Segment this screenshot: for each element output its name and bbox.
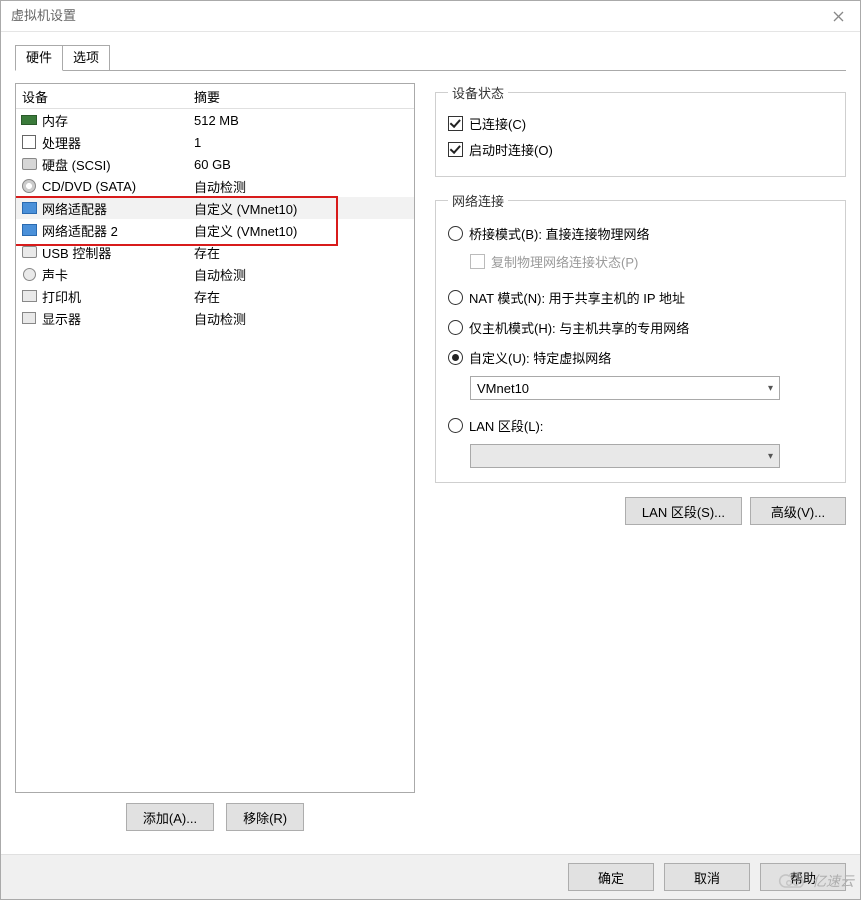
lan-segment-label: LAN 区段(L): (469, 416, 543, 435)
dialog-footer: 确定 取消 帮助 (1, 854, 860, 899)
connected-checkbox[interactable]: 已连接(C) (448, 110, 833, 136)
dialog-body: 硬件 选项 设备 摘要 内存 512 MB (1, 32, 860, 856)
right-pane: 设备状态 已连接(C) 启动时连接(O) 网络连接 桥接模式(B): 直接连接物 (435, 83, 846, 831)
device-row-processor[interactable]: 处理器 1 (16, 131, 414, 153)
help-button[interactable]: 帮助 (760, 863, 846, 891)
panes: 设备 摘要 内存 512 MB 处理器 1 (15, 83, 846, 831)
device-table-header: 设备 摘要 (16, 84, 414, 109)
cd-icon (20, 178, 38, 194)
sound-icon (20, 266, 38, 282)
radio-icon (448, 320, 463, 335)
left-pane: 设备 摘要 内存 512 MB 处理器 1 (15, 83, 415, 831)
custom-network-select[interactable]: VMnet10 ▾ (470, 376, 780, 400)
right-buttons: LAN 区段(S)... 高级(V)... (435, 497, 846, 525)
radio-icon (448, 290, 463, 305)
radio-icon (448, 226, 463, 241)
nat-radio[interactable]: NAT 模式(N): 用于共享主机的 IP 地址 (448, 282, 833, 312)
replicate-checkbox: 复制物理网络连接状态(P) (470, 248, 833, 274)
col-summary[interactable]: 摘要 (194, 87, 220, 106)
device-row-usb[interactable]: USB 控制器 存在 (16, 241, 414, 263)
hostonly-radio[interactable]: 仅主机模式(H): 与主机共享的专用网络 (448, 312, 833, 342)
checkbox-icon (448, 142, 463, 157)
display-icon (20, 310, 38, 326)
vm-settings-window: 虚拟机设置 硬件 选项 设备 摘要 内存 51 (0, 0, 861, 900)
device-buttons: 添加(A)... 移除(R) (15, 803, 415, 831)
device-row-display[interactable]: 显示器 自动检测 (16, 307, 414, 329)
nat-label: NAT 模式(N): 用于共享主机的 IP 地址 (469, 288, 685, 307)
lan-segment-select: ▾ (470, 444, 780, 468)
tab-underline (15, 70, 846, 71)
connect-at-poweron-label: 启动时连接(O) (469, 140, 553, 159)
advanced-button[interactable]: 高级(V)... (750, 497, 846, 525)
tab-options[interactable]: 选项 (62, 45, 110, 71)
col-device[interactable]: 设备 (22, 87, 194, 106)
radio-icon (448, 350, 463, 365)
memory-icon (20, 112, 38, 128)
chevron-down-icon: ▾ (768, 451, 773, 462)
device-row-memory[interactable]: 内存 512 MB (16, 109, 414, 131)
connect-at-poweron-checkbox[interactable]: 启动时连接(O) (448, 136, 833, 162)
cpu-icon (20, 134, 38, 150)
device-status-legend: 设备状态 (448, 83, 508, 102)
custom-label: 自定义(U): 特定虚拟网络 (469, 348, 611, 367)
tabs: 硬件 选项 (15, 46, 846, 71)
lan-segment-row: ▾ (470, 444, 833, 468)
checkbox-icon (448, 116, 463, 131)
device-table: 设备 摘要 内存 512 MB 处理器 1 (15, 83, 415, 793)
network-connection-legend: 网络连接 (448, 191, 508, 210)
device-row-network-adapter-2[interactable]: 网络适配器 2 自定义 (VMnet10) (16, 219, 414, 241)
device-row-network-adapter[interactable]: 网络适配器 自定义 (VMnet10) (16, 197, 414, 219)
hostonly-label: 仅主机模式(H): 与主机共享的专用网络 (469, 318, 689, 337)
remove-button[interactable]: 移除(R) (226, 803, 304, 831)
add-button[interactable]: 添加(A)... (126, 803, 214, 831)
tab-hardware[interactable]: 硬件 (15, 45, 63, 71)
device-row-hdd[interactable]: 硬盘 (SCSI) 60 GB (16, 153, 414, 175)
printer-icon (20, 288, 38, 304)
bridged-radio[interactable]: 桥接模式(B): 直接连接物理网络 (448, 218, 833, 248)
window-title: 虚拟机设置 (11, 1, 76, 31)
device-row-printer[interactable]: 打印机 存在 (16, 285, 414, 307)
titlebar: 虚拟机设置 (1, 1, 860, 32)
replicate-label: 复制物理网络连接状态(P) (491, 252, 638, 271)
hdd-icon (20, 156, 38, 172)
connected-label: 已连接(C) (469, 114, 526, 133)
bridged-label: 桥接模式(B): 直接连接物理网络 (469, 224, 650, 243)
custom-network-row: VMnet10 ▾ (470, 376, 833, 400)
network-connection-group: 网络连接 桥接模式(B): 直接连接物理网络 复制物理网络连接状态(P) NAT… (435, 191, 846, 483)
ok-button[interactable]: 确定 (568, 863, 654, 891)
close-icon (833, 11, 844, 22)
lan-segment-radio[interactable]: LAN 区段(L): (448, 410, 833, 440)
custom-radio[interactable]: 自定义(U): 特定虚拟网络 (448, 342, 833, 372)
network-icon (20, 200, 38, 216)
close-button[interactable] (816, 1, 860, 31)
network-icon (20, 222, 38, 238)
device-row-sound[interactable]: 声卡 自动检测 (16, 263, 414, 285)
chevron-down-icon: ▾ (768, 383, 773, 394)
usb-icon (20, 244, 38, 260)
custom-network-value: VMnet10 (477, 381, 529, 396)
lan-segments-button[interactable]: LAN 区段(S)... (625, 497, 742, 525)
device-row-cddvd[interactable]: CD/DVD (SATA) 自动检测 (16, 175, 414, 197)
radio-icon (448, 418, 463, 433)
device-status-group: 设备状态 已连接(C) 启动时连接(O) (435, 83, 846, 177)
cancel-button[interactable]: 取消 (664, 863, 750, 891)
checkbox-icon (470, 254, 485, 269)
